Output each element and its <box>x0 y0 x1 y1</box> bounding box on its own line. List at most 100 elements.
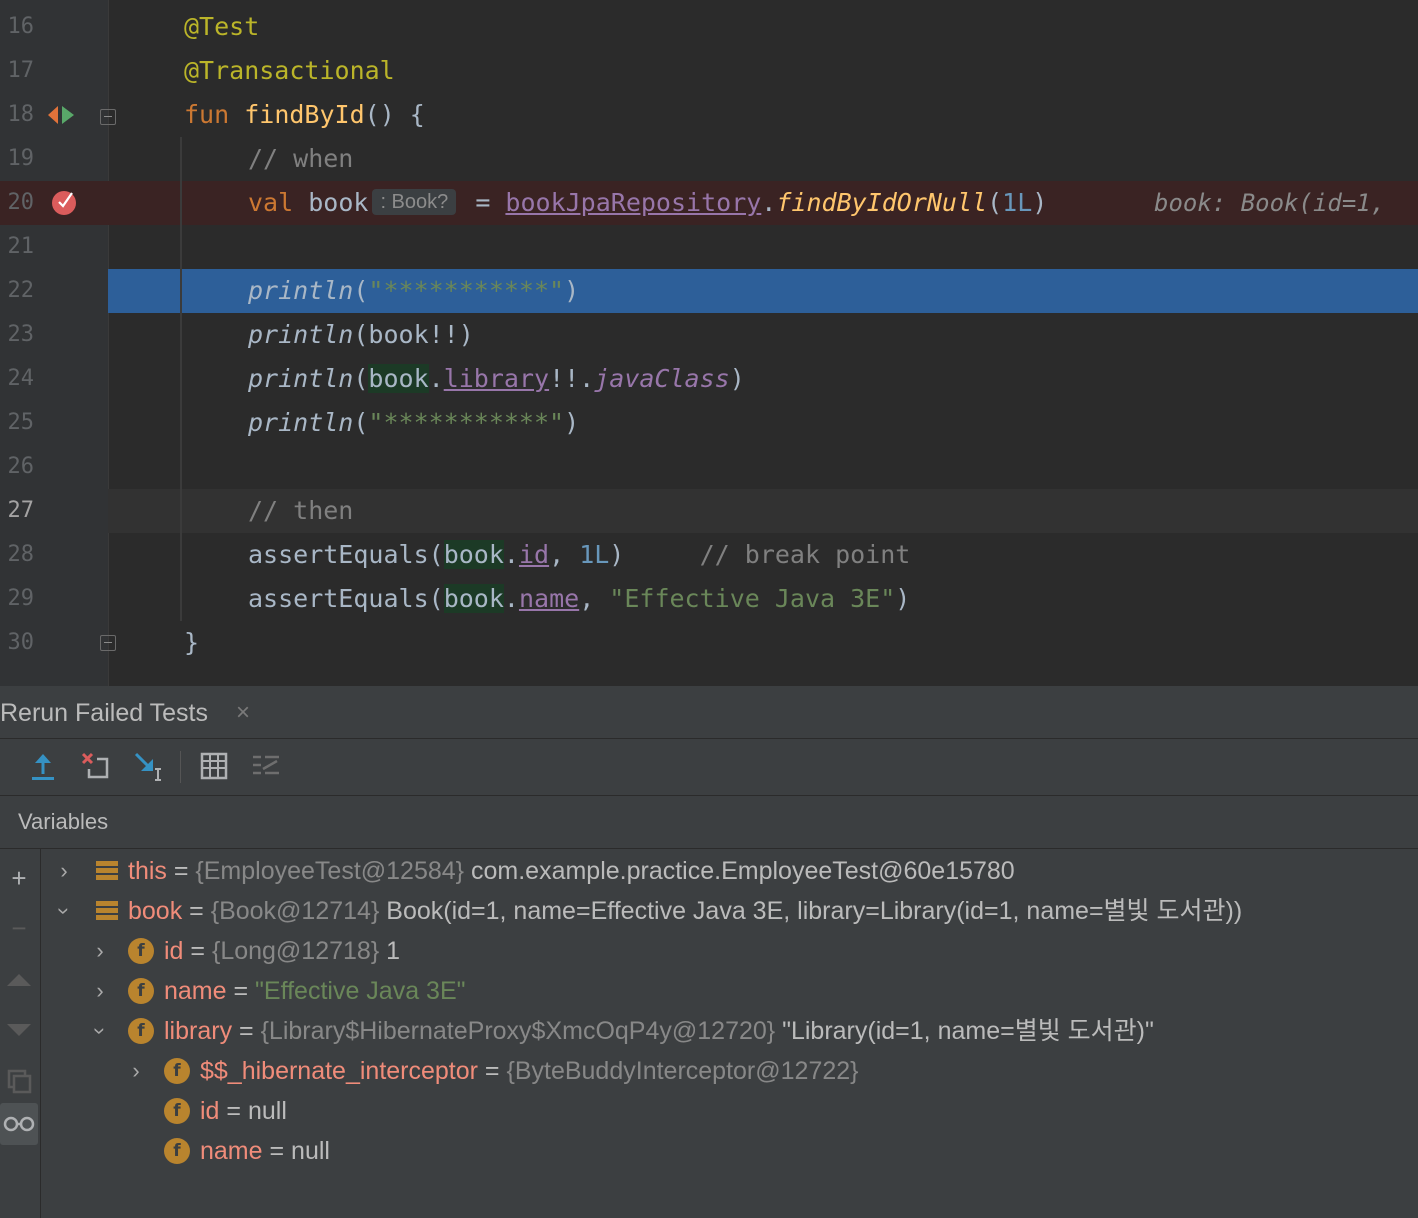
variable-value: com.example.practice.EmployeeTest@60e157… <box>470 857 1015 885</box>
method-call: println <box>248 364 354 393</box>
code-line-20: val book: Book? = bookJpaRepository.find… <box>248 181 1047 225</box>
variables-header: Variables <box>0 796 1418 849</box>
breakpoint-icon[interactable] <box>50 187 80 217</box>
property-ref[interactable]: name <box>519 584 579 613</box>
expand-chevron-icon[interactable]: › <box>126 1051 146 1091</box>
code-line-17: @Transactional <box>184 49 395 93</box>
code-line-28: assertEquals(book.id, 1L) // break point <box>248 540 911 569</box>
method-call: assertEquals <box>248 540 429 569</box>
code-line-22: println("***********") <box>248 276 580 305</box>
equals: = <box>183 937 212 965</box>
line-number[interactable]: 20 <box>0 181 35 225</box>
line-number[interactable]: 26 <box>0 445 35 489</box>
show-watches-icon[interactable] <box>0 1103 38 1145</box>
variable-type: {Long@12718} <box>211 937 380 965</box>
object-icon <box>96 901 118 921</box>
evaluate-expression-icon[interactable] <box>197 749 231 783</box>
fold-marker-icon[interactable] <box>100 635 116 651</box>
move-up-icon[interactable] <box>0 960 38 1000</box>
keyword: val <box>248 188 294 217</box>
code-text: !!. <box>549 364 595 393</box>
drop-frame-icon[interactable] <box>79 749 113 783</box>
variable-row[interactable]: id = {Long@12718} 1 <box>164 931 400 971</box>
variable: book <box>443 584 504 613</box>
field-icon: f <box>128 938 154 964</box>
code-text: () { <box>364 100 425 129</box>
method-call: println <box>248 408 354 437</box>
add-watch-icon[interactable]: + <box>0 858 38 898</box>
expand-chevron-icon[interactable]: › <box>54 851 74 891</box>
duplicate-watch-icon[interactable] <box>0 1062 38 1102</box>
line-number[interactable]: 30 <box>0 621 35 665</box>
line-number[interactable]: 16 <box>0 5 35 49</box>
line-number[interactable]: 25 <box>0 401 35 445</box>
remove-watch-icon[interactable]: − <box>0 908 38 948</box>
variable-row[interactable]: name = null <box>200 1131 330 1171</box>
method-call: assertEquals <box>248 584 429 613</box>
equals: = <box>232 1017 261 1045</box>
line-number[interactable]: 17 <box>0 49 35 93</box>
variable-row[interactable]: $$_hibernate_interceptor = {ByteBuddyInt… <box>200 1051 859 1091</box>
toolbar-separator <box>180 751 181 783</box>
property-ref: javaClass <box>594 364 730 393</box>
expand-chevron-icon[interactable]: › <box>90 931 110 971</box>
line-number[interactable]: 18 <box>0 93 35 137</box>
variable-row[interactable]: name = "Effective Java 3E" <box>164 971 466 1011</box>
annotation: @Transactional <box>184 56 395 85</box>
code-line-30: } <box>184 621 199 665</box>
variable-value: "Library(id=1, name=별빛 도서관)" <box>782 1017 1154 1045</box>
collapse-chevron-icon[interactable]: › <box>80 1021 120 1041</box>
property-ref[interactable]: id <box>519 540 549 569</box>
line-number[interactable]: 19 <box>0 137 35 181</box>
property-ref[interactable]: library <box>444 364 549 393</box>
code-text: } <box>184 628 200 657</box>
variable-name: book <box>128 897 183 925</box>
variables-title: Variables <box>18 809 109 834</box>
variable-type: {EmployeeTest@12584} <box>195 857 465 885</box>
variable-row[interactable]: book = {Book@12714} Book(id=1, name=Effe… <box>128 891 1242 931</box>
expand-chevron-icon[interactable]: › <box>90 971 110 1011</box>
move-down-icon[interactable] <box>0 1010 38 1050</box>
line-number[interactable]: 27 <box>0 489 35 533</box>
repository-ref[interactable]: bookJpaRepository <box>505 188 761 217</box>
code-line-18: fun findById() { <box>184 93 425 137</box>
line-number[interactable]: 21 <box>0 225 35 269</box>
close-tab-icon[interactable]: × <box>236 686 250 738</box>
variable-row[interactable]: id = null <box>200 1091 287 1131</box>
variable-row[interactable]: this = {EmployeeTest@12584} com.example.… <box>128 851 1015 891</box>
line-number[interactable]: 29 <box>0 577 35 621</box>
line-number[interactable]: 24 <box>0 357 35 401</box>
string-literal: "***********" <box>368 276 565 305</box>
fold-marker-icon[interactable] <box>100 109 116 125</box>
code-text: = <box>460 188 506 217</box>
variable-type: {ByteBuddyInterceptor@12722} <box>506 1057 859 1085</box>
variable: book <box>368 364 429 393</box>
code-text: ( <box>987 188 1003 217</box>
equals: = <box>477 1057 507 1085</box>
indent-guide <box>180 137 182 621</box>
run-test-icon[interactable] <box>46 103 76 127</box>
variable: book <box>443 540 504 569</box>
variable-name: name <box>200 1137 263 1165</box>
code-line-25: println("***********") <box>248 408 580 437</box>
line-number[interactable]: 28 <box>0 533 35 577</box>
variable-value: "Effective Java 3E" <box>255 977 466 1005</box>
trace-current-stream-icon[interactable] <box>249 749 283 783</box>
line-number[interactable]: 23 <box>0 313 35 357</box>
line-number[interactable]: 22 <box>0 269 35 313</box>
code-editor[interactable]: 16 17 18 19 20 21 22 23 24 25 26 27 28 2… <box>0 0 1418 686</box>
variable: book <box>308 188 369 217</box>
collapse-chevron-icon[interactable]: › <box>44 901 84 921</box>
number-literal: 1L <box>579 540 610 569</box>
code-line-19: // when <box>248 137 353 181</box>
tab-rerun-failed-tests[interactable]: Rerun Failed Tests <box>0 686 208 738</box>
variables-sidebar: + − <box>0 849 41 1218</box>
object-icon <box>96 861 118 881</box>
step-out-icon[interactable] <box>26 749 60 783</box>
variable-row[interactable]: library = {Library$HibernateProxy$XmcOqP… <box>164 1011 1154 1051</box>
field-icon: f <box>128 978 154 1004</box>
variable-name: this <box>128 857 167 885</box>
run-to-cursor-icon[interactable] <box>131 749 165 783</box>
annotation: @Test <box>184 12 260 41</box>
equals: = <box>262 1137 292 1165</box>
